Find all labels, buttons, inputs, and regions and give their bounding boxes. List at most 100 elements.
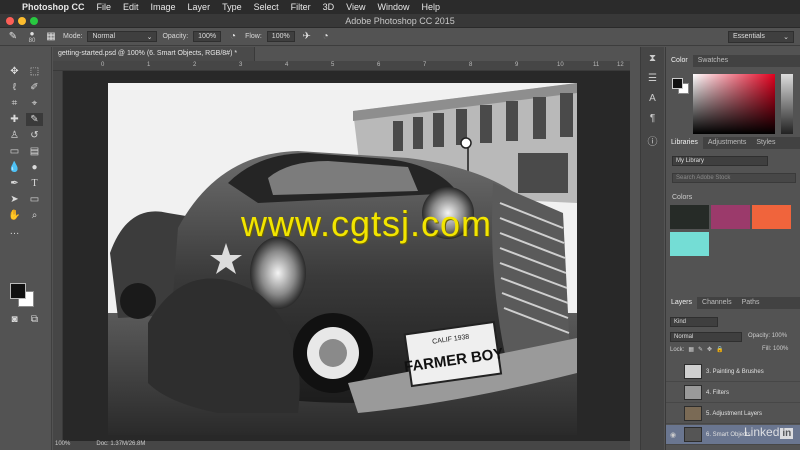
- tab-adjustments[interactable]: Adjustments: [703, 137, 752, 149]
- mode-select[interactable]: Normal ⌄: [87, 31, 158, 42]
- mode-label: Mode:: [63, 33, 83, 40]
- layer-blend-mode[interactable]: Normal: [670, 332, 742, 342]
- move-tool-icon[interactable]: ✥: [6, 65, 23, 78]
- fill-value: 100%: [773, 346, 789, 352]
- paragraph-panel-icon[interactable]: ¶: [645, 113, 661, 127]
- marquee-tool-icon[interactable]: ⬚: [26, 65, 43, 78]
- rectangle-tool-icon[interactable]: ▭: [26, 193, 43, 206]
- layer-opacity-value: 100%: [771, 333, 788, 339]
- quick-select-tool-icon[interactable]: ✐: [26, 81, 43, 94]
- layer-filter-kind[interactable]: Kind: [670, 317, 718, 327]
- brush-panel-toggle-icon[interactable]: ▦: [44, 30, 58, 44]
- library-color-swatch[interactable]: [670, 232, 709, 256]
- library-color-swatch[interactable]: [711, 205, 750, 229]
- tab-layers[interactable]: Layers: [666, 297, 698, 309]
- layer-fill[interactable]: Fill: 100%: [762, 346, 788, 352]
- tab-styles[interactable]: Styles: [751, 137, 780, 149]
- vertical-ruler[interactable]: [53, 71, 63, 441]
- horizontal-ruler[interactable]: 0 1 2 3 4 5 6 7 8 9 10 11 12: [53, 61, 630, 71]
- airbrush-icon[interactable]: ✈: [300, 30, 314, 44]
- layer-opacity[interactable]: Opacity: 100%: [748, 333, 787, 339]
- menu-edit[interactable]: Edit: [123, 2, 139, 12]
- path-select-tool-icon[interactable]: ➤: [6, 193, 23, 206]
- properties-panel-icon[interactable]: ☰: [645, 73, 661, 87]
- library-color-swatch[interactable]: [670, 205, 709, 229]
- gradient-tool-icon[interactable]: ▤: [26, 145, 43, 158]
- eyedropper-tool-icon[interactable]: ⌖: [26, 97, 43, 110]
- brush-tool-preset-icon[interactable]: ✎: [6, 30, 20, 44]
- healing-brush-tool-icon[interactable]: ✚: [6, 113, 23, 126]
- menu-image[interactable]: Image: [151, 2, 176, 12]
- vintage-car-photo: CALIF 1938 FARMER BOY: [108, 83, 577, 435]
- color-panel-tabs: Color Swatches: [666, 55, 800, 67]
- ruler-tick: 7: [423, 62, 427, 68]
- menu-layer[interactable]: Layer: [188, 2, 211, 12]
- lasso-tool-icon[interactable]: ℓ: [6, 81, 23, 94]
- type-tool-icon[interactable]: T: [26, 177, 43, 190]
- screen-mode-icon[interactable]: ⧉: [26, 313, 43, 326]
- opacity-field[interactable]: 100%: [193, 31, 222, 42]
- layer-row[interactable]: 3. Painting & Brushes: [666, 362, 800, 382]
- stock-search-input[interactable]: Search Adobe Stock: [672, 173, 796, 183]
- edit-toolbar-icon[interactable]: [26, 225, 43, 238]
- lock-position-icon[interactable]: ✥: [707, 346, 712, 353]
- history-panel-icon[interactable]: ⧗: [645, 53, 661, 67]
- quick-mask-icon[interactable]: ◙: [6, 313, 23, 326]
- tab-color[interactable]: Color: [666, 55, 693, 67]
- crop-tool-icon[interactable]: ⌗: [6, 97, 23, 110]
- menu-help[interactable]: Help: [421, 2, 440, 12]
- color-picker-field[interactable]: [693, 74, 775, 134]
- dodge-tool-icon[interactable]: ●: [26, 161, 43, 174]
- menu-3d[interactable]: 3D: [323, 2, 335, 12]
- menu-file[interactable]: File: [97, 2, 112, 12]
- layer-opacity-label: Opacity:: [748, 333, 771, 339]
- menu-window[interactable]: Window: [377, 2, 409, 12]
- document-tab[interactable]: getting-started.psd @ 100% (6. Smart Obj…: [53, 47, 255, 61]
- eraser-tool-icon[interactable]: ▭: [6, 145, 23, 158]
- tab-channels[interactable]: Channels: [697, 297, 737, 309]
- layer-row[interactable]: 4. Filters: [666, 383, 800, 403]
- pressure-size-icon[interactable]: ◔: [319, 30, 333, 44]
- menu-type[interactable]: Type: [222, 2, 242, 12]
- history-brush-tool-icon[interactable]: ↺: [26, 129, 43, 142]
- opacity-label: Opacity:: [162, 33, 189, 40]
- info-panel-icon[interactable]: ⓘ: [645, 133, 661, 148]
- color-slider[interactable]: [781, 74, 793, 134]
- foreground-color-swatch[interactable]: [10, 283, 26, 299]
- flow-field[interactable]: 100%: [266, 31, 295, 42]
- document-info[interactable]: Doc: 1.37M/26.8M: [96, 441, 145, 450]
- zoom-level[interactable]: 100%: [55, 441, 70, 450]
- chevron-down-icon: ⌄: [783, 34, 789, 41]
- zoom-tool-icon[interactable]: ⌕: [26, 209, 43, 222]
- collapsed-panel-strip: ⧗ ☰ A ¶ ⓘ: [640, 47, 664, 450]
- library-color-swatch[interactable]: [752, 205, 791, 229]
- layer-name: 5. Adjustment Layers: [706, 410, 763, 417]
- workspace-value: Essentials: [733, 33, 765, 40]
- blur-tool-icon[interactable]: 💧: [6, 161, 23, 174]
- document-image[interactable]: CALIF 1938 FARMER BOY: [108, 83, 577, 435]
- brush-preset-picker-icon[interactable]: ● 80: [25, 29, 39, 44]
- clone-stamp-tool-icon[interactable]: ♙: [6, 129, 23, 142]
- menu-app-name[interactable]: Photoshop CC: [22, 2, 85, 12]
- lock-brush-icon[interactable]: ✎: [698, 346, 703, 353]
- lock-transparent-icon[interactable]: ▦: [688, 346, 694, 353]
- tab-libraries[interactable]: Libraries: [666, 137, 703, 149]
- visibility-icon[interactable]: ◉: [666, 431, 680, 439]
- character-panel-icon[interactable]: A: [645, 93, 661, 107]
- menu-view[interactable]: View: [346, 2, 365, 12]
- tab-paths[interactable]: Paths: [737, 297, 765, 309]
- pressure-opacity-icon[interactable]: ◔: [226, 30, 240, 44]
- tab-swatches[interactable]: Swatches: [693, 55, 733, 67]
- more-tools-icon[interactable]: …: [6, 225, 23, 238]
- hand-tool-icon[interactable]: ✋: [6, 209, 23, 222]
- lock-all-icon[interactable]: 🔒: [716, 346, 723, 353]
- workspace-switcher[interactable]: Essentials ⌄: [728, 31, 794, 43]
- panel-foreground-color[interactable]: [672, 78, 683, 89]
- brush-tool-icon[interactable]: ✎: [26, 113, 43, 126]
- library-select[interactable]: My Library: [672, 156, 768, 166]
- menu-select[interactable]: Select: [254, 2, 279, 12]
- pen-tool-icon[interactable]: ✒: [6, 177, 23, 190]
- menu-filter[interactable]: Filter: [291, 2, 311, 12]
- ruler-tick: 5: [331, 62, 335, 68]
- layer-row[interactable]: 5. Adjustment Layers: [666, 404, 800, 424]
